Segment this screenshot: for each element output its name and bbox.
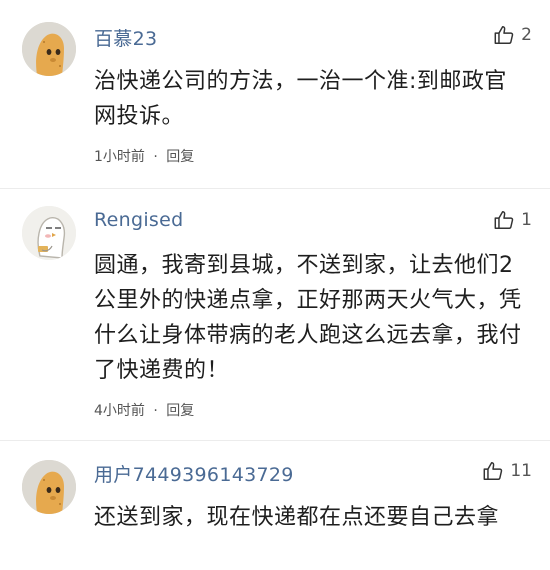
comment-item: 百慕23 2 治快递公司的方法，一治一个准:到邮政官网投诉。 1小时前 · 回复 <box>0 0 550 190</box>
comment-text: 治快递公司的方法，一治一个准:到邮政官网投诉。 <box>94 69 507 129</box>
meta-separator: · <box>153 149 158 165</box>
comment-meta: 4小时前 · 回复 <box>94 400 194 420</box>
thumbs-up-icon <box>494 26 514 44</box>
username[interactable]: Rengised <box>94 209 183 231</box>
meta-separator: · <box>153 403 158 419</box>
comment-meta: 1小时前 · 回复 <box>94 146 194 166</box>
comment-text: 还送到家，现在快递都在点还要自己去拿 <box>94 505 500 530</box>
comment-item: Rengised 1 圆通，我寄到县城，不送到家，让去他们2公里外的快递点拿，正… <box>0 190 550 440</box>
like-count: 11 <box>510 461 532 481</box>
like-button[interactable]: 2 <box>493 24 532 46</box>
like-button[interactable]: 1 <box>493 209 532 231</box>
comment-time: 1小时前 <box>94 149 145 165</box>
avatar[interactable] <box>22 22 76 76</box>
username[interactable]: 百慕23 <box>94 24 157 51</box>
reply-button[interactable]: 回复 <box>166 403 194 419</box>
comment-item: 用户7449396143729 11 还送到家，现在快递都在点还要自己去拿 <box>0 442 550 570</box>
cartoon-bird-avatar-icon <box>22 206 76 260</box>
username[interactable]: 用户7449396143729 <box>94 460 294 487</box>
potato-avatar-icon <box>22 22 76 76</box>
potato-avatar-icon <box>22 460 76 514</box>
avatar[interactable] <box>22 206 76 260</box>
like-count: 1 <box>521 210 532 230</box>
avatar[interactable] <box>22 460 76 514</box>
divider <box>0 440 550 441</box>
reply-button[interactable]: 回复 <box>166 149 194 165</box>
thumbs-up-icon <box>483 462 503 480</box>
comment-text: 圆通，我寄到县城，不送到家，让去他们2公里外的快递点拿，正好那两天火气大，凭什么… <box>94 253 522 383</box>
divider <box>0 188 550 189</box>
like-count: 2 <box>521 25 532 45</box>
comment-time: 4小时前 <box>94 403 145 419</box>
like-button[interactable]: 11 <box>482 460 532 482</box>
thumbs-up-icon <box>494 211 514 229</box>
